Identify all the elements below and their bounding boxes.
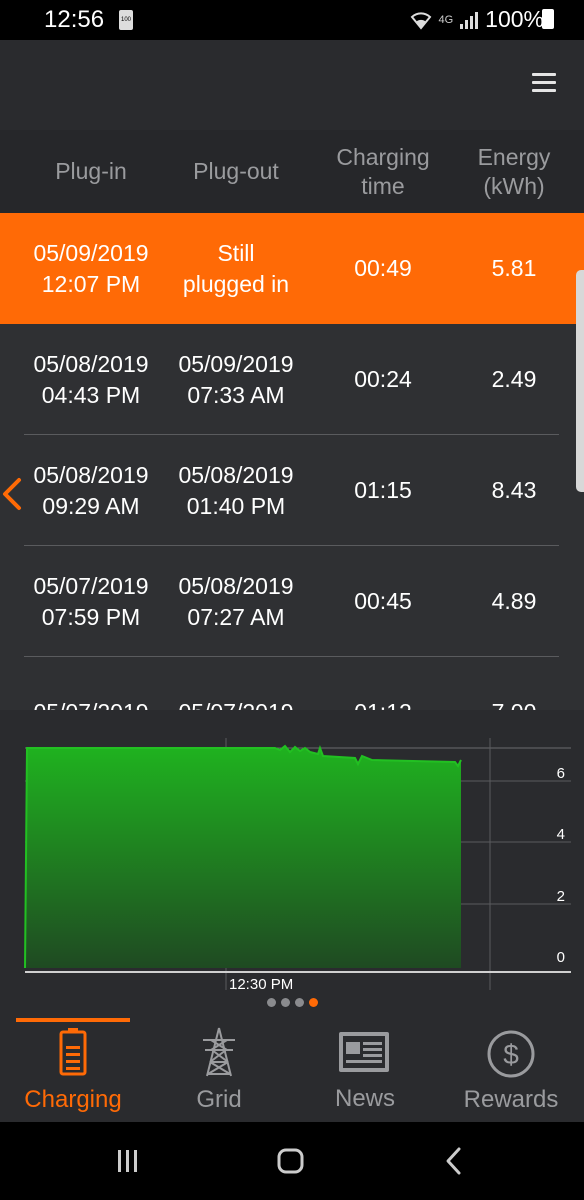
- page-dot[interactable]: [280, 998, 290, 1007]
- tab-label: News: [334, 1085, 395, 1112]
- cell-plug-in: 05/08/2019 04:43 PM: [33, 350, 149, 408]
- tab-label: Grid: [196, 1086, 242, 1113]
- chevron-left-icon[interactable]: [0, 476, 24, 512]
- energy-area: [25, 746, 461, 968]
- battery-saver-icon: 100: [119, 10, 133, 30]
- tab-grid[interactable]: Grid: [146, 1018, 292, 1122]
- cell-charging-time: 01:15: [354, 477, 412, 503]
- newspaper-icon: [339, 1032, 389, 1072]
- cell-plug-out: 05/08/2019 01:40 PM: [178, 461, 294, 519]
- status-right: 4G 100%: [410, 6, 544, 33]
- cell-charging-time: 00:24: [354, 366, 412, 392]
- hamburger-menu-icon[interactable]: [532, 73, 556, 93]
- header-plug-out: Plug-out: [193, 158, 279, 184]
- cell-energy: 8.43: [491, 477, 537, 503]
- header-energy: Energy (kWh): [477, 143, 551, 199]
- energy-chart[interactable]: 6 4 2 0 12:30 PM: [0, 710, 584, 1020]
- svg-text:$: $: [503, 1039, 519, 1070]
- cell-energy: 5.81: [491, 255, 537, 281]
- cell-energy: 2.49: [491, 366, 537, 392]
- table-row[interactable]: 05/07/2019 05/07/2019 01:12 7.00: [0, 657, 584, 710]
- page-indicator: [0, 998, 584, 1012]
- tab-label: Rewards: [463, 1086, 559, 1113]
- system-navigation-bar: [0, 1122, 584, 1200]
- cell-plug-in: 05/09/2019 12:07 PM: [33, 239, 149, 297]
- bottom-navigation: Charging Grid News $ Rewards: [0, 1018, 584, 1122]
- home-icon[interactable]: [276, 1146, 306, 1176]
- cell-charging-time: 01:12: [310, 657, 456, 710]
- y-tick-label: 2: [557, 888, 565, 905]
- cell-plug-out: 05/07/2019: [164, 657, 308, 710]
- cell-plug-out: 05/08/2019 07:27 AM: [178, 572, 294, 630]
- cell-plug-in: 05/07/2019 07:59 PM: [33, 572, 149, 630]
- table-row[interactable]: 05/08/2019 04:43 PM 05/09/2019 07:33 AM …: [0, 324, 584, 435]
- cell-plug-out: Still plugged in: [182, 239, 290, 297]
- battery-percent: 100%: [485, 6, 544, 32]
- cell-plug-in: 05/07/2019: [20, 657, 162, 710]
- cell-charging-time: 00:45: [354, 588, 412, 614]
- y-tick-label: 4: [557, 826, 565, 843]
- charging-sessions-table: Plug-in Plug-out Charging time Energy (k…: [0, 130, 584, 710]
- cell-plug-out: 05/09/2019 07:33 AM: [178, 350, 294, 408]
- header-plug-in: Plug-in: [55, 158, 127, 184]
- y-tick-label: 6: [557, 765, 565, 782]
- battery-icon: [59, 1028, 87, 1076]
- battery-icon-status: [542, 9, 554, 29]
- page-dot[interactable]: [266, 998, 276, 1007]
- cell-energy: 7.00: [448, 657, 580, 710]
- x-tick-label: 12:30 PM: [229, 976, 293, 993]
- tab-rewards[interactable]: $ Rewards: [438, 1018, 584, 1122]
- table-row[interactable]: 05/07/2019 07:59 PM 05/08/2019 07:27 AM …: [0, 546, 584, 657]
- network-type: 4G: [438, 13, 454, 26]
- wifi-icon: [411, 11, 432, 30]
- app-bar: [0, 40, 584, 130]
- dollar-circle-icon: $: [487, 1030, 535, 1078]
- cell-energy: 4.89: [491, 588, 537, 614]
- status-time: 12:56: [44, 6, 105, 33]
- tab-charging[interactable]: Charging: [0, 1018, 146, 1122]
- back-icon[interactable]: [444, 1146, 464, 1176]
- y-tick-label: 0: [557, 949, 565, 966]
- recent-apps-icon[interactable]: [116, 1146, 140, 1176]
- power-tower-icon: [203, 1027, 235, 1077]
- page-dot-active[interactable]: [308, 998, 318, 1007]
- cell-plug-in: 05/08/2019 09:29 AM: [33, 461, 149, 519]
- energy-chart-plot: 6 4 2 0 12:30 PM: [24, 738, 571, 993]
- signal-icon: [460, 11, 479, 29]
- page-dot[interactable]: [294, 998, 304, 1007]
- table-row[interactable]: 05/09/2019 12:07 PM Still plugged in 00:…: [0, 213, 584, 324]
- table-row[interactable]: 05/08/2019 09:29 AM 05/08/2019 01:40 PM …: [0, 435, 584, 546]
- tab-news[interactable]: News: [292, 1018, 438, 1122]
- status-bar: 12:56 100 4G 100%: [0, 0, 584, 40]
- tab-label: Charging: [24, 1086, 122, 1113]
- scrollbar-thumb[interactable]: [576, 270, 584, 492]
- header-charging-time: Charging time: [336, 143, 430, 199]
- cell-charging-time: 00:49: [354, 255, 412, 281]
- table-header: Plug-in Plug-out Charging time Energy (k…: [0, 130, 584, 213]
